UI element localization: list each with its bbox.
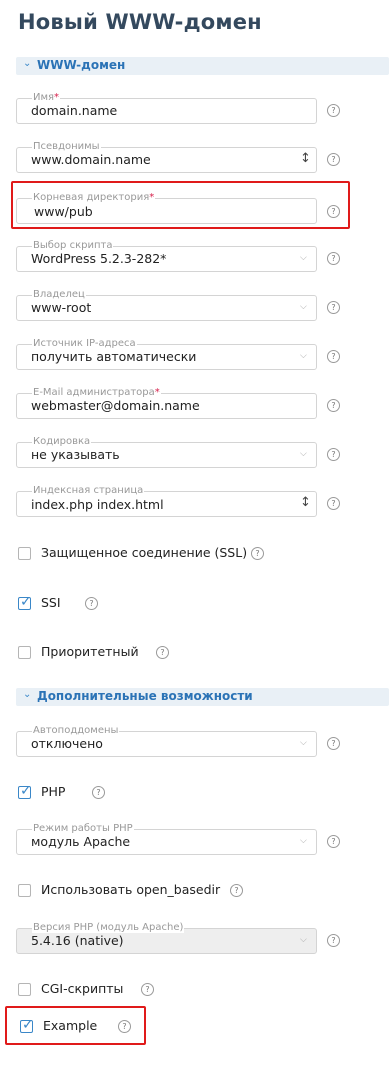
ssl-label: Защищенное соединение (SSL) — [41, 545, 248, 560]
help-icon[interactable]: ? — [92, 786, 105, 799]
charset-value: не указывать — [31, 447, 120, 462]
root-directory-value: www/pub — [34, 204, 93, 219]
name-value: domain.name — [31, 103, 118, 118]
dropdown-arrow-icon: ⌵ — [300, 449, 307, 459]
charset-label: Кодировка — [32, 436, 92, 447]
cgi-checkbox[interactable] — [18, 983, 31, 996]
help-icon[interactable]: ? — [327, 835, 340, 848]
autosubdomains-value: отключено — [31, 736, 103, 751]
autosubdomains-label: Автоподдомены — [32, 725, 120, 736]
dropdown-arrow-icon: ⌵ — [300, 302, 307, 312]
checkmark-icon: ✓ — [20, 594, 32, 610]
help-icon[interactable]: ? — [118, 1020, 131, 1033]
help-icon[interactable]: ? — [327, 934, 340, 947]
cgi-label: CGI-скрипты — [41, 981, 124, 996]
admin-email-label: E-Mail администратора* — [32, 387, 161, 398]
index-page-label: Индексная страница — [32, 485, 145, 496]
help-icon[interactable]: ? — [327, 205, 340, 218]
ssl-checkbox[interactable] — [18, 547, 31, 560]
index-page-value: index.php index.html — [31, 497, 164, 512]
help-icon[interactable]: ? — [327, 301, 340, 314]
help-icon[interactable]: ? — [85, 597, 98, 610]
help-icon[interactable]: ? — [327, 497, 340, 510]
help-icon[interactable]: ? — [327, 448, 340, 461]
help-icon[interactable]: ? — [327, 737, 340, 750]
ssi-checkbox[interactable]: ✓ — [18, 594, 32, 610]
chevron-down-icon: ⌄ — [23, 58, 32, 69]
php-mode-value: модуль Apache — [31, 834, 131, 849]
help-icon[interactable]: ? — [230, 884, 243, 897]
help-icon[interactable]: ? — [141, 983, 154, 996]
owner-value: www-root — [31, 300, 92, 315]
php-version-label: Версия PHP (модуль Apache) — [32, 922, 185, 933]
open-basedir-label: Использовать open_basedir — [41, 882, 221, 897]
example-label: Example — [43, 1018, 98, 1033]
checkmark-icon: ✓ — [22, 1017, 34, 1033]
section-title: WWW-домен — [37, 58, 126, 72]
dropdown-arrow-icon: ⌵ — [300, 836, 307, 846]
help-icon[interactable]: ? — [156, 646, 169, 659]
dropdown-arrow-icon: ⌵ — [300, 253, 307, 263]
root-directory-label: Корневая директория* — [32, 192, 156, 203]
priority-checkbox[interactable] — [18, 646, 31, 659]
open-basedir-checkbox[interactable] — [18, 884, 31, 897]
name-label: Имя* — [32, 92, 61, 103]
ip-source-label: Источник IP-адреса — [32, 338, 137, 349]
script-label: Выбор скрипта — [32, 240, 114, 251]
help-icon[interactable]: ? — [327, 350, 340, 363]
dropdown-arrow-icon: ⌵ — [300, 738, 307, 748]
help-icon[interactable]: ? — [327, 104, 340, 117]
php-version-value: 5.4.16 (native) — [31, 933, 124, 948]
php-label: PHP — [41, 784, 66, 799]
aliases-label: Псевдонимы — [32, 141, 101, 152]
help-icon[interactable]: ? — [327, 153, 340, 166]
dropdown-arrow-icon: ⌵ — [300, 351, 307, 361]
php-checkbox[interactable]: ✓ — [18, 783, 32, 799]
resize-icon[interactable]: ↕ — [300, 151, 311, 166]
dropdown-arrow-icon: ⌵ — [300, 935, 307, 945]
owner-label: Владелец — [32, 289, 86, 300]
admin-email-value: webmaster@domain.name — [31, 398, 200, 413]
resize-icon[interactable]: ↕ — [300, 495, 311, 510]
checkmark-icon: ✓ — [20, 783, 32, 799]
ssi-label: SSI — [41, 595, 61, 610]
priority-label: Приоритетный — [41, 644, 139, 659]
help-icon[interactable]: ? — [251, 547, 264, 560]
script-value: WordPress 5.2.3-282* — [31, 251, 167, 266]
example-checkbox[interactable]: ✓ — [20, 1017, 34, 1033]
page-title: Новый WWW-домен — [18, 10, 262, 34]
chevron-down-icon: ⌄ — [23, 689, 32, 700]
php-mode-label: Режим работы PHP — [32, 823, 134, 834]
ip-source-value: получить автоматически — [31, 349, 197, 364]
section-header-www-domain[interactable]: ⌄ WWW-домен — [16, 57, 389, 75]
section-title: Дополнительные возможности — [37, 689, 253, 703]
help-icon[interactable]: ? — [327, 252, 340, 265]
section-header-extra-features[interactable]: ⌄ Дополнительные возможности — [16, 688, 389, 706]
aliases-value: www.domain.name — [31, 152, 151, 167]
help-icon[interactable]: ? — [327, 399, 340, 412]
